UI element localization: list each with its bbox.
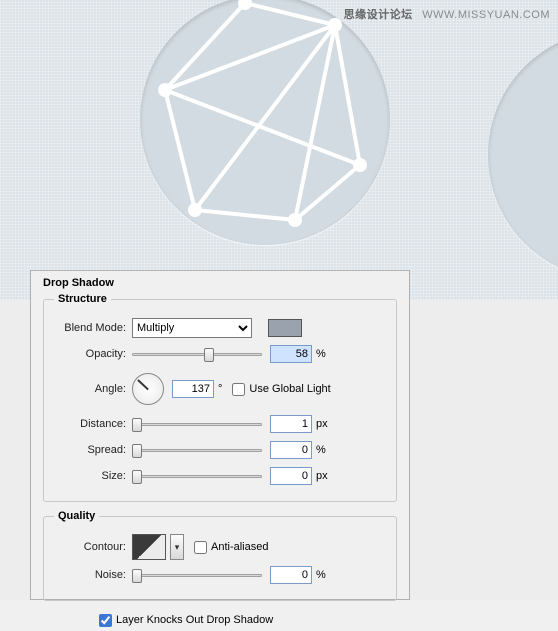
blend-mode-label: Blend Mode: xyxy=(54,322,126,334)
angle-input[interactable] xyxy=(172,380,214,398)
distance-slider[interactable] xyxy=(132,416,262,432)
preview-circle-partial xyxy=(488,30,558,280)
structure-legend: Structure xyxy=(54,293,111,305)
structure-group: Structure Blend Mode: Multiply Opacity: … xyxy=(43,293,397,502)
opacity-slider[interactable] xyxy=(132,346,262,362)
global-light-label: Use Global Light xyxy=(249,383,330,395)
contour-preview[interactable] xyxy=(132,534,166,560)
angle-label: Angle: xyxy=(54,383,126,395)
noise-unit: % xyxy=(316,569,326,581)
knockout-label: Layer Knocks Out Drop Shadow xyxy=(116,614,273,626)
opacity-input[interactable] xyxy=(270,345,312,363)
quality-group: Quality Contour: ▾ Anti-aliased Noise: % xyxy=(43,510,397,601)
contour-dropdown-button[interactable]: ▾ xyxy=(170,534,184,560)
size-slider[interactable] xyxy=(132,468,262,484)
canvas-preview: 思缘设计论坛 WWW.MISSYUAN.COM xyxy=(0,0,558,300)
anti-aliased-label: Anti-aliased xyxy=(211,541,268,553)
size-unit: px xyxy=(316,470,328,482)
contour-label: Contour: xyxy=(54,541,126,553)
noise-input[interactable] xyxy=(270,566,312,584)
shadow-color-swatch[interactable] xyxy=(268,319,302,337)
distance-label: Distance: xyxy=(54,418,126,430)
spread-label: Spread: xyxy=(54,444,126,456)
watermark-en: WWW.MISSYUAN.COM xyxy=(422,9,550,21)
spread-input[interactable] xyxy=(270,441,312,459)
size-label: Size: xyxy=(54,470,126,482)
opacity-unit: % xyxy=(316,348,326,360)
distance-unit: px xyxy=(316,418,328,430)
quality-legend: Quality xyxy=(54,510,99,522)
opacity-label: Opacity: xyxy=(54,348,126,360)
global-light-checkbox[interactable] xyxy=(232,383,245,396)
anti-aliased-checkbox[interactable] xyxy=(194,541,207,554)
panel-title: Drop Shadow xyxy=(43,277,401,289)
preview-network-icon xyxy=(140,0,390,245)
drop-shadow-panel: Drop Shadow Structure Blend Mode: Multip… xyxy=(30,270,410,600)
knockout-checkbox[interactable] xyxy=(99,614,112,627)
blend-mode-select[interactable]: Multiply xyxy=(132,318,252,338)
noise-slider[interactable] xyxy=(132,567,262,583)
distance-input[interactable] xyxy=(270,415,312,433)
size-input[interactable] xyxy=(270,467,312,485)
angle-dial[interactable] xyxy=(132,373,164,405)
spread-unit: % xyxy=(316,444,326,456)
angle-unit: ° xyxy=(218,383,222,395)
spread-slider[interactable] xyxy=(132,442,262,458)
noise-label: Noise: xyxy=(54,569,126,581)
